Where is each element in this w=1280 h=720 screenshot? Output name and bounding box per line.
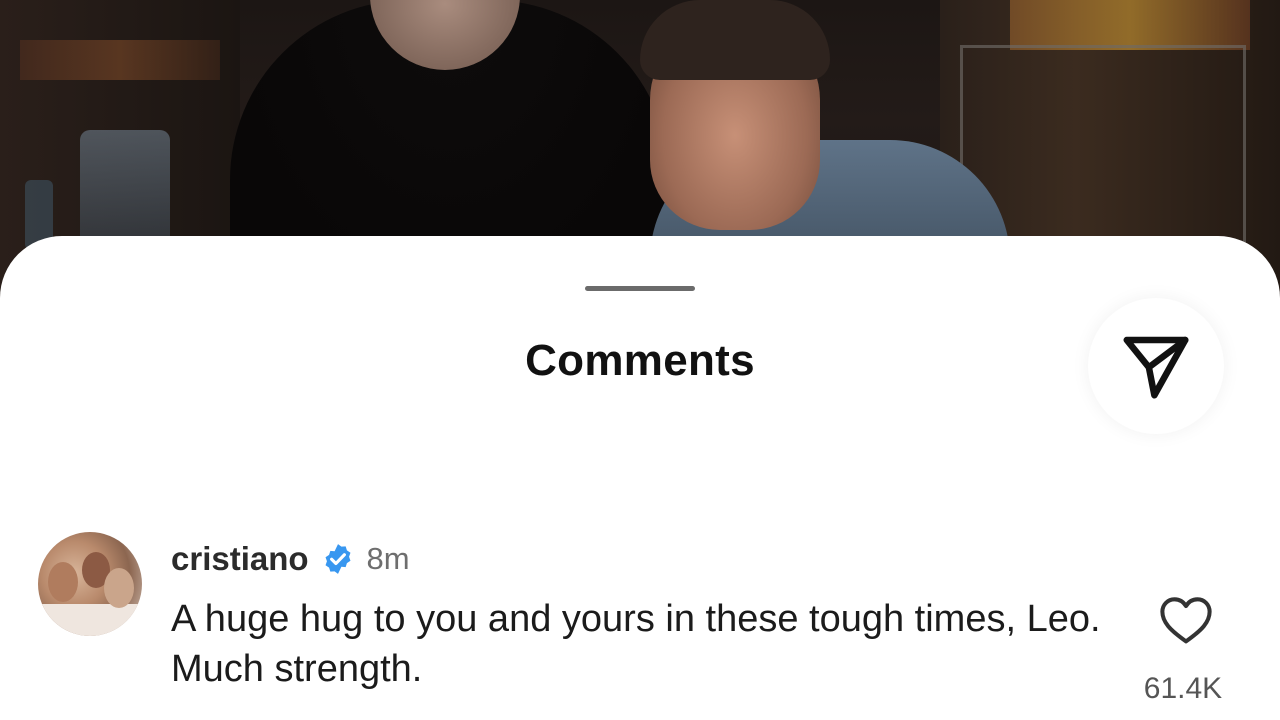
- like-button[interactable]: [1158, 592, 1214, 648]
- app-screen: Comments cristiano 8m A huge hug to you …: [0, 0, 1280, 720]
- like-count: 61.4K: [1143, 672, 1223, 705]
- photo-person-right-hair: [640, 0, 830, 80]
- photo-wall-art: [1010, 0, 1250, 50]
- avatar-photo-floor: [38, 604, 142, 636]
- heart-outline-icon: [1159, 595, 1213, 645]
- comment-timestamp: 8m: [366, 541, 410, 576]
- share-button[interactable]: [1088, 298, 1224, 434]
- comment-item: cristiano 8m A huge hug to you and yours…: [38, 532, 1248, 720]
- photo-jersey: [80, 130, 170, 240]
- sheet-drag-handle[interactable]: [585, 286, 695, 291]
- comment-text: A huge hug to you and yours in these tou…: [171, 598, 1101, 690]
- verified-badge-icon: [321, 542, 355, 576]
- avatar[interactable]: [38, 532, 142, 636]
- avatar-photo-figure: [104, 568, 134, 608]
- comments-sheet: Comments cristiano 8m A huge hug to you …: [0, 236, 1280, 720]
- avatar-photo-figure: [48, 562, 78, 602]
- comment-header: cristiano 8m: [171, 538, 410, 580]
- comment-username[interactable]: cristiano: [171, 540, 309, 578]
- photo-shelf: [20, 40, 220, 80]
- paper-plane-icon: [1117, 327, 1195, 405]
